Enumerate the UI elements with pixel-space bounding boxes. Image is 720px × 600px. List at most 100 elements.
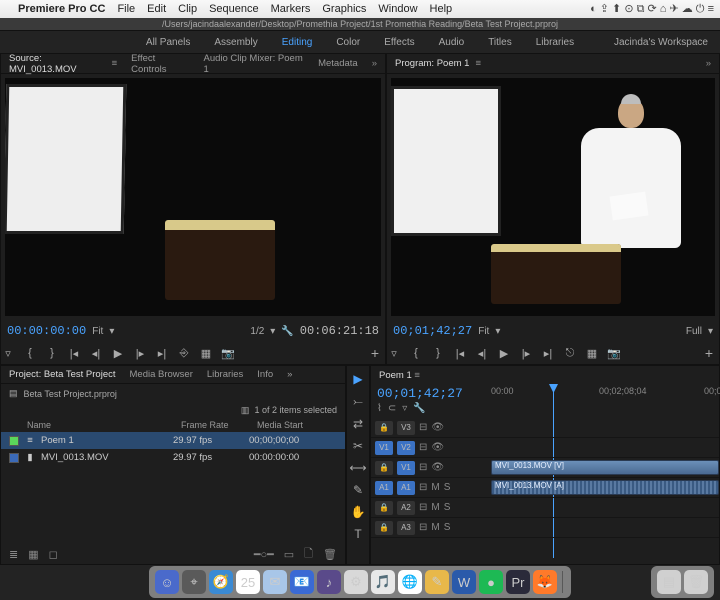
audio-clip[interactable]: MVI_0013.MOV [A] bbox=[491, 480, 719, 495]
go-to-in-icon[interactable]: |◂ bbox=[453, 347, 467, 360]
timeline-tab[interactable]: Poem 1 bbox=[379, 370, 412, 381]
wrench-icon[interactable]: 🔧 bbox=[281, 326, 293, 337]
dock-app-icon[interactable]: ✎ bbox=[425, 570, 449, 594]
menu-clip[interactable]: Clip bbox=[178, 3, 197, 15]
in-point-icon[interactable]: { bbox=[409, 347, 423, 359]
go-to-out-icon[interactable]: ▸| bbox=[541, 347, 555, 360]
track-select-tool-icon[interactable]: ⤚ bbox=[353, 394, 363, 409]
app-name[interactable]: Premiere Pro CC bbox=[18, 3, 105, 15]
dock-app-icon[interactable]: ✉ bbox=[263, 570, 287, 594]
panel-menu-icon[interactable]: » bbox=[372, 58, 377, 69]
dock-app-icon[interactable]: 25 bbox=[236, 570, 260, 594]
freeform-view-icon[interactable]: ◻ bbox=[49, 548, 58, 561]
ws-color[interactable]: Color bbox=[336, 37, 360, 48]
dock-app-icon[interactable]: 🧭 bbox=[209, 570, 233, 594]
sync-lock-icon[interactable]: ⊟ bbox=[419, 442, 427, 453]
program-zoom[interactable]: Fit bbox=[478, 326, 489, 337]
panel-menu-icon[interactable]: » bbox=[287, 369, 292, 380]
tab-program[interactable]: Program: Poem 1 bbox=[395, 58, 469, 69]
label-swatch[interactable] bbox=[9, 436, 19, 446]
button-editor-icon[interactable]: + bbox=[705, 345, 713, 361]
trash-icon[interactable]: 🗑 bbox=[323, 548, 337, 561]
project-item[interactable]: ≡ Poem 1 29.97 fps 00;00;00;00 bbox=[1, 432, 345, 449]
menu-markers[interactable]: Markers bbox=[271, 3, 311, 15]
list-view-icon[interactable]: ≣ bbox=[9, 548, 18, 561]
out-point-icon[interactable]: } bbox=[45, 347, 59, 359]
dock-app-icon[interactable]: 📧 bbox=[290, 570, 314, 594]
track-target[interactable]: A1 bbox=[397, 481, 415, 495]
track-target[interactable]: V3 bbox=[397, 421, 415, 435]
menu-sequence[interactable]: Sequence bbox=[209, 3, 259, 15]
project-item[interactable]: ▮ MVI_0013.MOV 29.97 fps 00:00:00:00 bbox=[1, 449, 345, 466]
tab-source[interactable]: Source: MVI_0013.MOV bbox=[9, 53, 106, 75]
eye-icon[interactable]: 👁 bbox=[431, 442, 444, 453]
menu-help[interactable]: Help bbox=[430, 3, 453, 15]
filter-icon[interactable]: ▥ bbox=[241, 405, 250, 415]
dock-app-icon[interactable]: Pr bbox=[506, 570, 530, 594]
type-tool-icon[interactable]: T bbox=[354, 527, 361, 541]
tab-effect-controls[interactable]: Effect Controls bbox=[131, 53, 189, 75]
dock-app-icon[interactable]: ● bbox=[479, 570, 503, 594]
source-patch-a[interactable]: A1 bbox=[375, 481, 393, 495]
play-icon[interactable]: ▶ bbox=[111, 347, 125, 360]
track-lock-icon[interactable]: 🔒 bbox=[375, 461, 393, 475]
dock-app-icon[interactable]: ☺ bbox=[155, 570, 179, 594]
video-clip[interactable]: MVI_0013.MOV [V] bbox=[491, 460, 719, 475]
zoom-slider[interactable]: ━○━ bbox=[254, 548, 274, 561]
label-swatch[interactable] bbox=[9, 453, 19, 463]
dock-app-icon[interactable]: 🎵 bbox=[371, 570, 395, 594]
track-target[interactable]: A2 bbox=[397, 501, 415, 515]
go-to-in-icon[interactable]: |◂ bbox=[67, 347, 81, 360]
lift-icon[interactable]: ⎋ bbox=[563, 347, 577, 360]
ws-titles[interactable]: Titles bbox=[488, 37, 512, 48]
export-frame-icon[interactable]: 📷 bbox=[221, 347, 235, 360]
tab-info[interactable]: Info bbox=[257, 369, 273, 380]
col-framerate[interactable]: Frame Rate bbox=[181, 420, 253, 430]
step-back-icon[interactable]: ◂| bbox=[89, 347, 103, 360]
ws-effects[interactable]: Effects bbox=[384, 37, 414, 48]
sync-lock-icon[interactable]: ⊟ bbox=[419, 462, 427, 473]
dock-app-icon[interactable]: ♪ bbox=[317, 570, 341, 594]
tab-audio-mixer[interactable]: Audio Clip Mixer: Poem 1 bbox=[203, 53, 304, 75]
dock-app-icon[interactable]: ⌖ bbox=[182, 570, 206, 594]
track-target[interactable]: V2 bbox=[397, 441, 415, 455]
track-lock-icon[interactable]: 🔒 bbox=[375, 501, 393, 515]
ws-editing[interactable]: Editing bbox=[282, 37, 313, 48]
track-target[interactable]: A3 bbox=[397, 521, 415, 535]
step-back-icon[interactable]: ◂| bbox=[475, 347, 489, 360]
tab-metadata[interactable]: Metadata bbox=[318, 58, 358, 69]
trash-icon[interactable]: 🗑 bbox=[684, 570, 708, 594]
extract-icon[interactable]: ▦ bbox=[585, 347, 599, 360]
program-tc[interactable]: 00;01;42;27 bbox=[393, 324, 472, 338]
tab-libraries[interactable]: Libraries bbox=[207, 369, 243, 380]
menu-edit[interactable]: Edit bbox=[147, 3, 166, 15]
insert-icon[interactable]: ⎆ bbox=[177, 347, 191, 360]
chevron-down-icon[interactable]: ▾ bbox=[708, 326, 713, 337]
ws-audio[interactable]: Audio bbox=[439, 37, 465, 48]
source-viewer[interactable] bbox=[5, 78, 381, 316]
ws-libraries[interactable]: Libraries bbox=[536, 37, 574, 48]
timeline-ruler[interactable]: 00:00 00;02;08;04 00;04;16;08 bbox=[489, 384, 719, 418]
razor-tool-icon[interactable]: ✂ bbox=[353, 439, 363, 453]
timeline-tc[interactable]: 00;01;42;27 bbox=[377, 386, 483, 401]
step-fwd-icon[interactable]: |▸ bbox=[519, 347, 533, 360]
menu-graphics[interactable]: Graphics bbox=[322, 3, 366, 15]
slip-tool-icon[interactable]: ⟷ bbox=[349, 461, 366, 475]
overwrite-icon[interactable]: ▦ bbox=[199, 347, 213, 360]
program-resolution[interactable]: Full bbox=[686, 326, 702, 337]
chevron-down-icon[interactable]: ▾ bbox=[109, 326, 114, 337]
selection-tool-icon[interactable]: ▶ bbox=[353, 372, 362, 386]
dock-app-icon[interactable]: W bbox=[452, 570, 476, 594]
track-lock-icon[interactable]: 🔒 bbox=[375, 521, 393, 535]
marker-icon[interactable]: ▿ bbox=[1, 347, 15, 360]
source-resolution[interactable]: 1/2 bbox=[250, 326, 264, 337]
chevron-down-icon[interactable]: ▾ bbox=[270, 326, 275, 337]
go-to-out-icon[interactable]: ▸| bbox=[155, 347, 169, 360]
dock-app-icon[interactable]: 🦊 bbox=[533, 570, 557, 594]
button-editor-icon[interactable]: + bbox=[371, 345, 379, 361]
col-mediastart[interactable]: Media Start bbox=[257, 420, 337, 430]
export-frame-icon[interactable]: 📷 bbox=[607, 347, 621, 360]
linked-selection-icon[interactable]: ⊂ bbox=[388, 403, 396, 414]
out-point-icon[interactable]: } bbox=[431, 347, 445, 359]
ripple-tool-icon[interactable]: ⇄ bbox=[353, 417, 363, 431]
